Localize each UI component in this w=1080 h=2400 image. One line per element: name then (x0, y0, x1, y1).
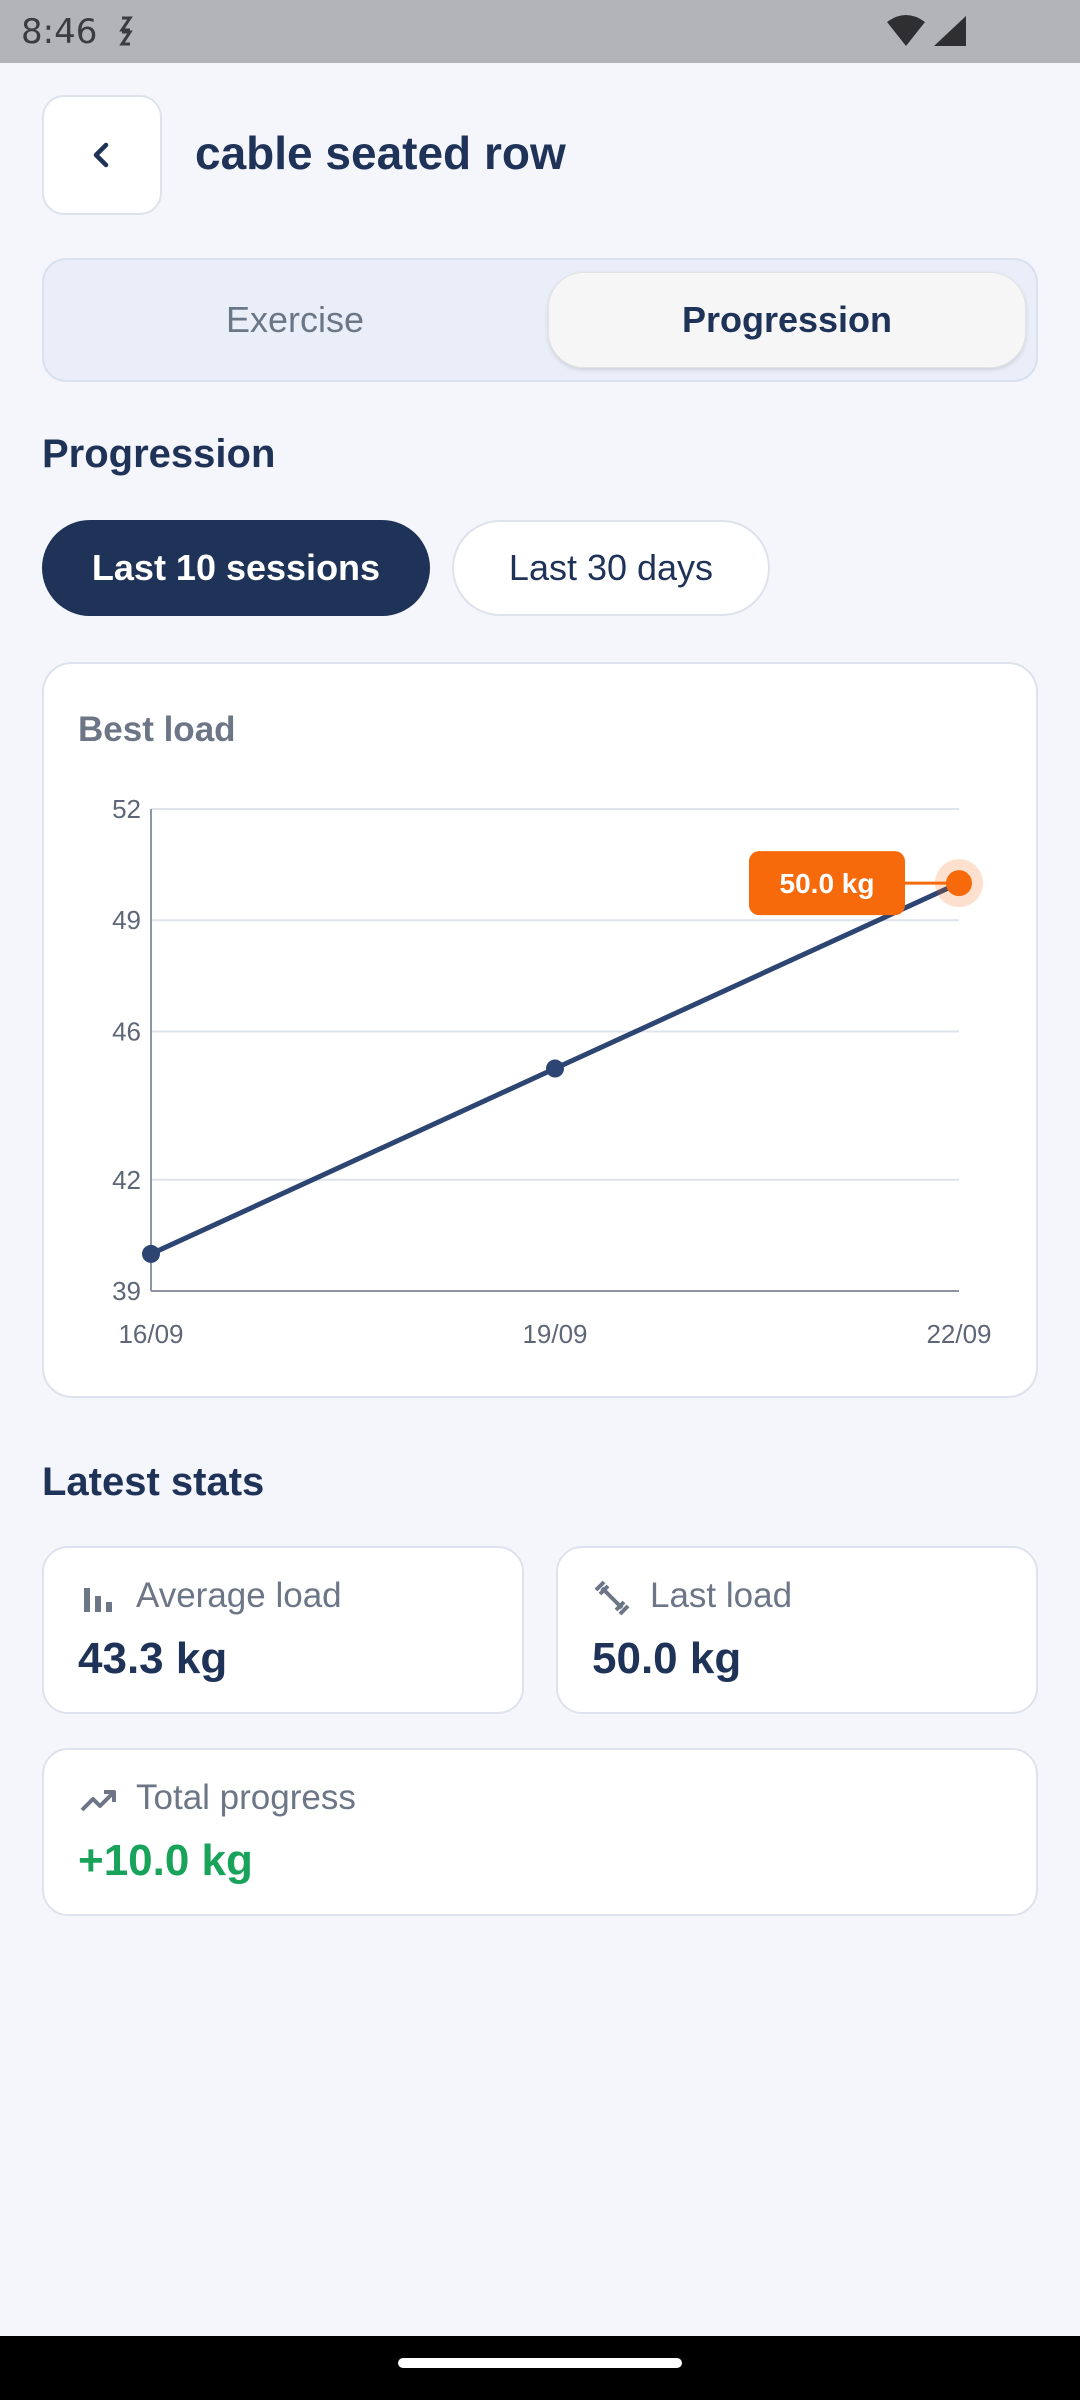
best-load-chart-card: Best load 39 42 46 49 52 16/09 19/09 22/09 50.0 … (42, 662, 1038, 1398)
x-tick-label: 19/09 (522, 1319, 587, 1349)
bar-chart-icon (84, 1588, 112, 1612)
page-title: cable seated row (195, 127, 566, 179)
average-load-value: 43.3 kg (78, 1634, 228, 1683)
status-time: 8:46 (21, 12, 98, 52)
data-point (546, 1059, 564, 1078)
trending-up-icon (80, 1790, 116, 1812)
chevron-left-icon (93, 142, 109, 168)
system-nav-bar (0, 2336, 1080, 2400)
y-tick-label: 49 (112, 905, 141, 935)
average-load-card: Average load 43.3 kg (42, 1546, 524, 1714)
tab-bar: Exercise Progression (42, 258, 1038, 382)
last-load-card: Last load 50.0 kg (556, 1546, 1038, 1714)
cell-signal-icon (934, 16, 966, 46)
y-tick-label: 52 (112, 794, 141, 824)
average-load-label: Average load (136, 1576, 342, 1615)
dumbbell-icon (594, 1580, 630, 1616)
status-bar: 8:46 (0, 0, 1080, 63)
data-point (142, 1244, 160, 1263)
x-tick-label: 22/09 (926, 1319, 991, 1349)
last-load-label: Last load (650, 1576, 793, 1615)
wifi-icon (887, 15, 925, 46)
home-gesture-handle[interactable] (398, 2358, 682, 2368)
y-tick-label: 39 (112, 1276, 141, 1306)
filter-last-30-days[interactable]: Last 30 days (452, 520, 770, 616)
total-progress-card: Total progress +10.0 kg (42, 1748, 1038, 1916)
tab-exercise[interactable]: Exercise (56, 272, 534, 368)
x-tick-label: 16/09 (118, 1319, 183, 1349)
tooltip-label: 50.0 kg (780, 868, 875, 899)
progression-title: Progression (42, 432, 276, 476)
sync-icon (119, 16, 133, 46)
total-progress-label: Total progress (136, 1778, 356, 1817)
latest-stats-title: Latest stats (42, 1460, 265, 1504)
y-tick-label: 42 (112, 1165, 141, 1195)
y-tick-label: 46 (112, 1016, 141, 1046)
tab-progression[interactable]: Progression (548, 272, 1026, 368)
back-button[interactable] (42, 95, 162, 215)
last-load-value: 50.0 kg (592, 1634, 742, 1683)
filter-last-10-sessions[interactable]: Last 10 sessions (42, 520, 430, 616)
best-load-chart: 39 42 46 49 52 16/09 19/09 22/09 50.0 kg (112, 794, 991, 1349)
total-progress-value: +10.0 kg (78, 1836, 253, 1885)
